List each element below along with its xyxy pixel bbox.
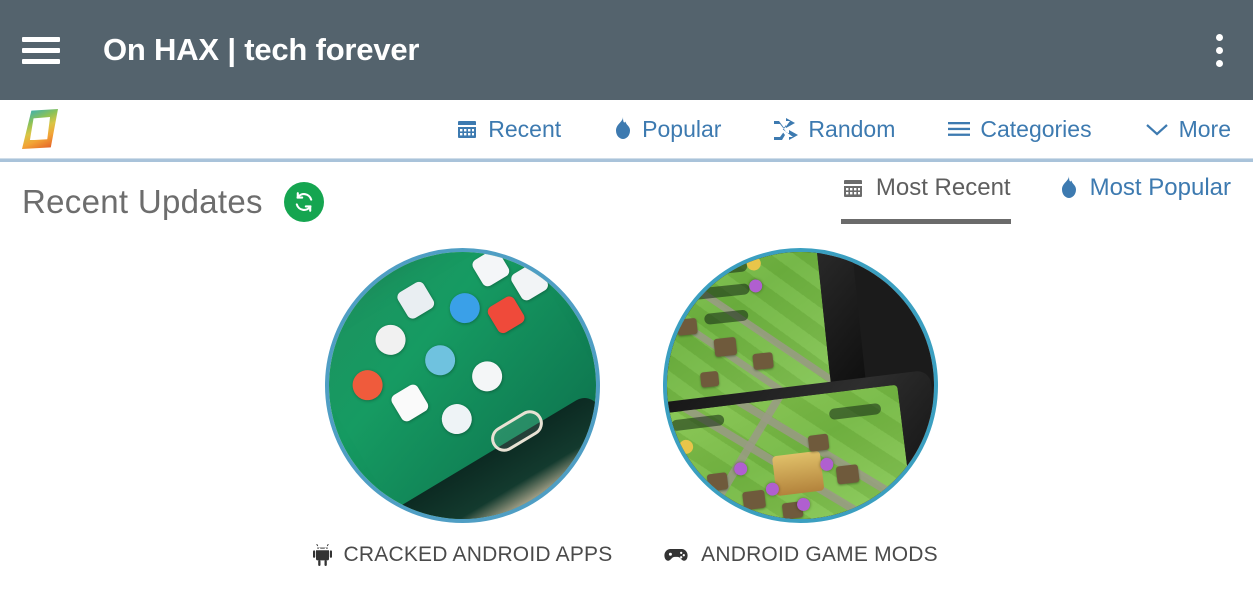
samsung-galaxy-phone-homescreen-photo[interactable]	[325, 248, 600, 523]
resource-bar	[671, 260, 747, 280]
category-card-android-game-mods[interactable]: ANDROID GAME MODS	[663, 248, 938, 567]
app-icon	[389, 382, 431, 425]
section-header: Recent Updates Most Recent Most Popular	[22, 162, 1231, 242]
app-icon	[395, 279, 437, 321]
overflow-dot	[1215, 46, 1223, 54]
category-label: ANDROID GAME MODS	[663, 543, 938, 567]
refresh-icon[interactable]	[283, 182, 324, 222]
app-icon	[435, 398, 478, 440]
app-icon	[469, 252, 511, 289]
app-icon	[419, 339, 461, 382]
nav-item-random[interactable]: Random	[773, 116, 895, 143]
tab-most-popular[interactable]: Most Popular	[1059, 174, 1231, 210]
app-icon	[466, 355, 508, 397]
clash-of-clans-on-two-devices-photo[interactable]	[663, 248, 938, 523]
nav-item-categories[interactable]: Categories	[947, 115, 1092, 143]
app-icon	[369, 319, 412, 361]
town-hall	[771, 449, 824, 496]
village-building	[835, 464, 860, 485]
nav-item-more[interactable]: More	[1144, 116, 1231, 143]
sort-tabs: Most Recent Most Popular	[840, 162, 1231, 242]
app-header: On HAX | tech forever	[0, 0, 1253, 100]
app-icon	[509, 261, 551, 303]
category-cards: CRACKED ANDROID APPS ANDROID GAME MODS	[22, 248, 1231, 567]
flame-icon	[613, 117, 633, 141]
hamburger-bar	[22, 47, 60, 53]
app-icon	[444, 287, 486, 329]
gold-coin-indicator	[745, 256, 761, 272]
flame-icon	[1059, 176, 1079, 200]
android-robot-icon	[312, 544, 332, 566]
village-building	[699, 370, 719, 388]
overflow-dot	[1215, 33, 1223, 41]
onhax-logo-icon[interactable]	[22, 109, 58, 149]
game-screen-front	[667, 383, 914, 519]
main-content: Recent Updates Most Recent Most Popular …	[0, 162, 1253, 567]
village-building	[752, 352, 774, 371]
nav-item-label: Random	[808, 115, 896, 142]
category-label-text: CRACKED ANDROID APPS	[343, 543, 613, 566]
tab-label: Most Popular	[1089, 174, 1231, 201]
hamburger-bar	[22, 36, 60, 42]
site-navigation-bar: Recent Popular Random Categories More	[0, 100, 1253, 158]
category-card-cracked-android-apps[interactable]: CRACKED ANDROID APPS	[312, 248, 612, 567]
village-building	[741, 488, 766, 510]
gold-coin-indicator	[677, 438, 694, 455]
list-lines-icon	[947, 120, 971, 138]
nav-item-label: Popular	[642, 115, 722, 142]
more-vertical-icon[interactable]	[1207, 27, 1231, 73]
nav-item-recent[interactable]: Recent	[455, 116, 561, 143]
section-title: Recent Updates	[22, 183, 263, 220]
category-label-text: ANDROID GAME MODS	[701, 543, 938, 566]
category-label: CRACKED ANDROID APPS	[312, 543, 612, 567]
nav-item-label: Categories	[980, 115, 1092, 142]
gem-indicator	[733, 461, 749, 476]
nav-item-label: Recent	[488, 115, 562, 142]
shuffle-icon	[773, 118, 799, 140]
app-icon	[485, 294, 527, 336]
hamburger-menu-icon[interactable]	[22, 36, 60, 64]
app-icon	[347, 364, 389, 406]
village-building	[712, 336, 737, 357]
nav-item-label: More	[1178, 115, 1231, 142]
chevron-down-icon	[1144, 120, 1170, 138]
tab-most-recent[interactable]: Most Recent	[840, 174, 1011, 224]
overflow-dot	[1215, 59, 1223, 67]
hamburger-bar	[22, 58, 60, 64]
village-building	[676, 317, 698, 336]
nav-links: Recent Popular Random Categories More	[403, 116, 1253, 143]
village-building	[807, 432, 829, 452]
tab-label: Most Recent	[875, 174, 1011, 201]
gem-indicator	[747, 278, 763, 293]
resource-bar	[827, 402, 882, 420]
calendar-icon	[841, 176, 865, 200]
nav-item-popular[interactable]: Popular	[613, 116, 721, 143]
village-building	[706, 472, 729, 492]
gamepad-icon	[663, 546, 689, 564]
calendar-icon	[455, 117, 479, 141]
page-title: On HAX | tech forever	[103, 32, 420, 67]
